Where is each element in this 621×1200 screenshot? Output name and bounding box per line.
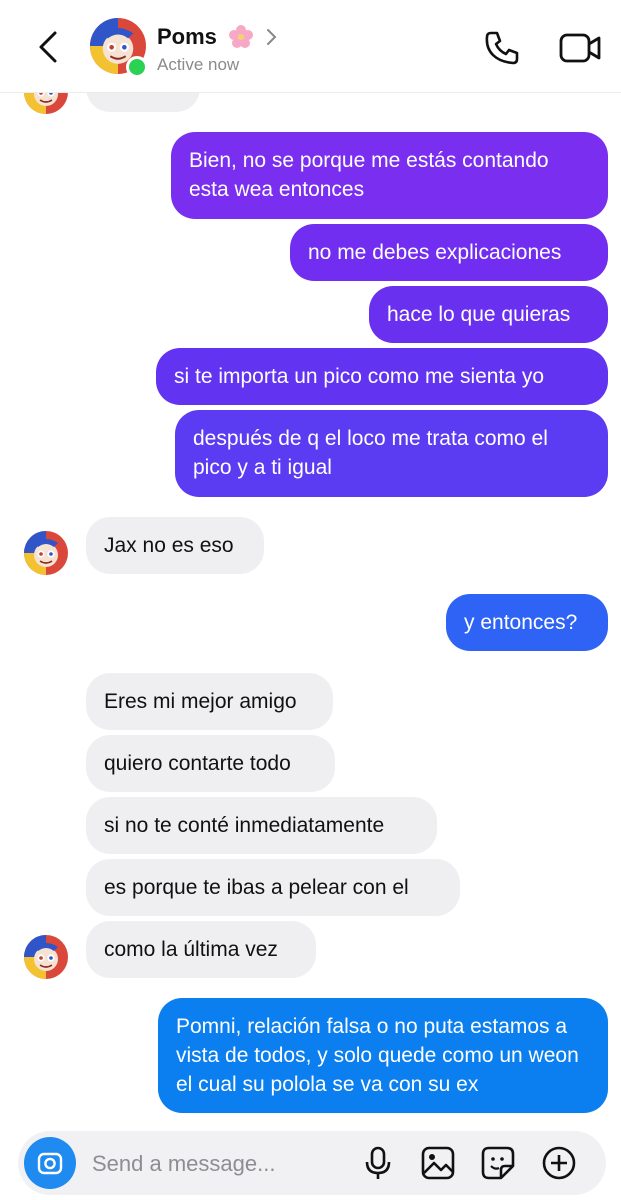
incoming-message[interactable]: como la última vez [86,921,316,978]
incoming-message[interactable]: si no te conté inmediatamente [86,797,437,854]
back-button[interactable] [28,22,68,72]
contact-avatar-small [24,935,68,979]
microphone-icon[interactable] [360,1145,396,1181]
sticker-icon[interactable] [480,1145,516,1181]
plus-circle-icon[interactable] [541,1145,577,1181]
message-input[interactable] [90,1143,354,1185]
chevron-left-icon [39,31,57,63]
chevron-right-icon[interactable] [262,26,280,48]
outgoing-message[interactable]: hace lo que quieras [369,286,608,343]
camera-button[interactable] [24,1137,76,1189]
incoming-message[interactable]: Jax no es eso [86,517,264,574]
outgoing-message[interactable]: Pomni, relación falsa o no puta estamos … [158,998,608,1113]
outgoing-message[interactable]: no me debes explicaciones [290,224,608,281]
contact-status: Active now [157,55,240,74]
incoming-message[interactable]: Eres mi mejor amigo [86,673,333,730]
video-camera-icon[interactable] [558,30,602,66]
outgoing-message[interactable]: después de q el loco me trata como el pi… [175,410,608,497]
cherry-blossom-icon [229,25,253,48]
outgoing-message[interactable]: si te importa un pico como me sienta yo [156,348,608,405]
chat-header: Poms Active now [0,0,621,93]
message-composer [18,1131,606,1195]
contact-avatar-small [24,531,68,575]
incoming-message[interactable]: quiero contarte todo [86,735,335,792]
contact-name[interactable]: Poms [157,24,217,50]
camera-icon [37,1152,63,1175]
image-icon[interactable] [420,1145,456,1181]
outgoing-message[interactable]: Bien, no se porque me estás contando est… [171,132,608,219]
incoming-message[interactable]: es porque te ibas a pelear con el [86,859,460,916]
outgoing-message[interactable]: y entonces? [446,594,608,651]
phone-icon[interactable] [482,28,522,68]
online-indicator [126,56,148,78]
